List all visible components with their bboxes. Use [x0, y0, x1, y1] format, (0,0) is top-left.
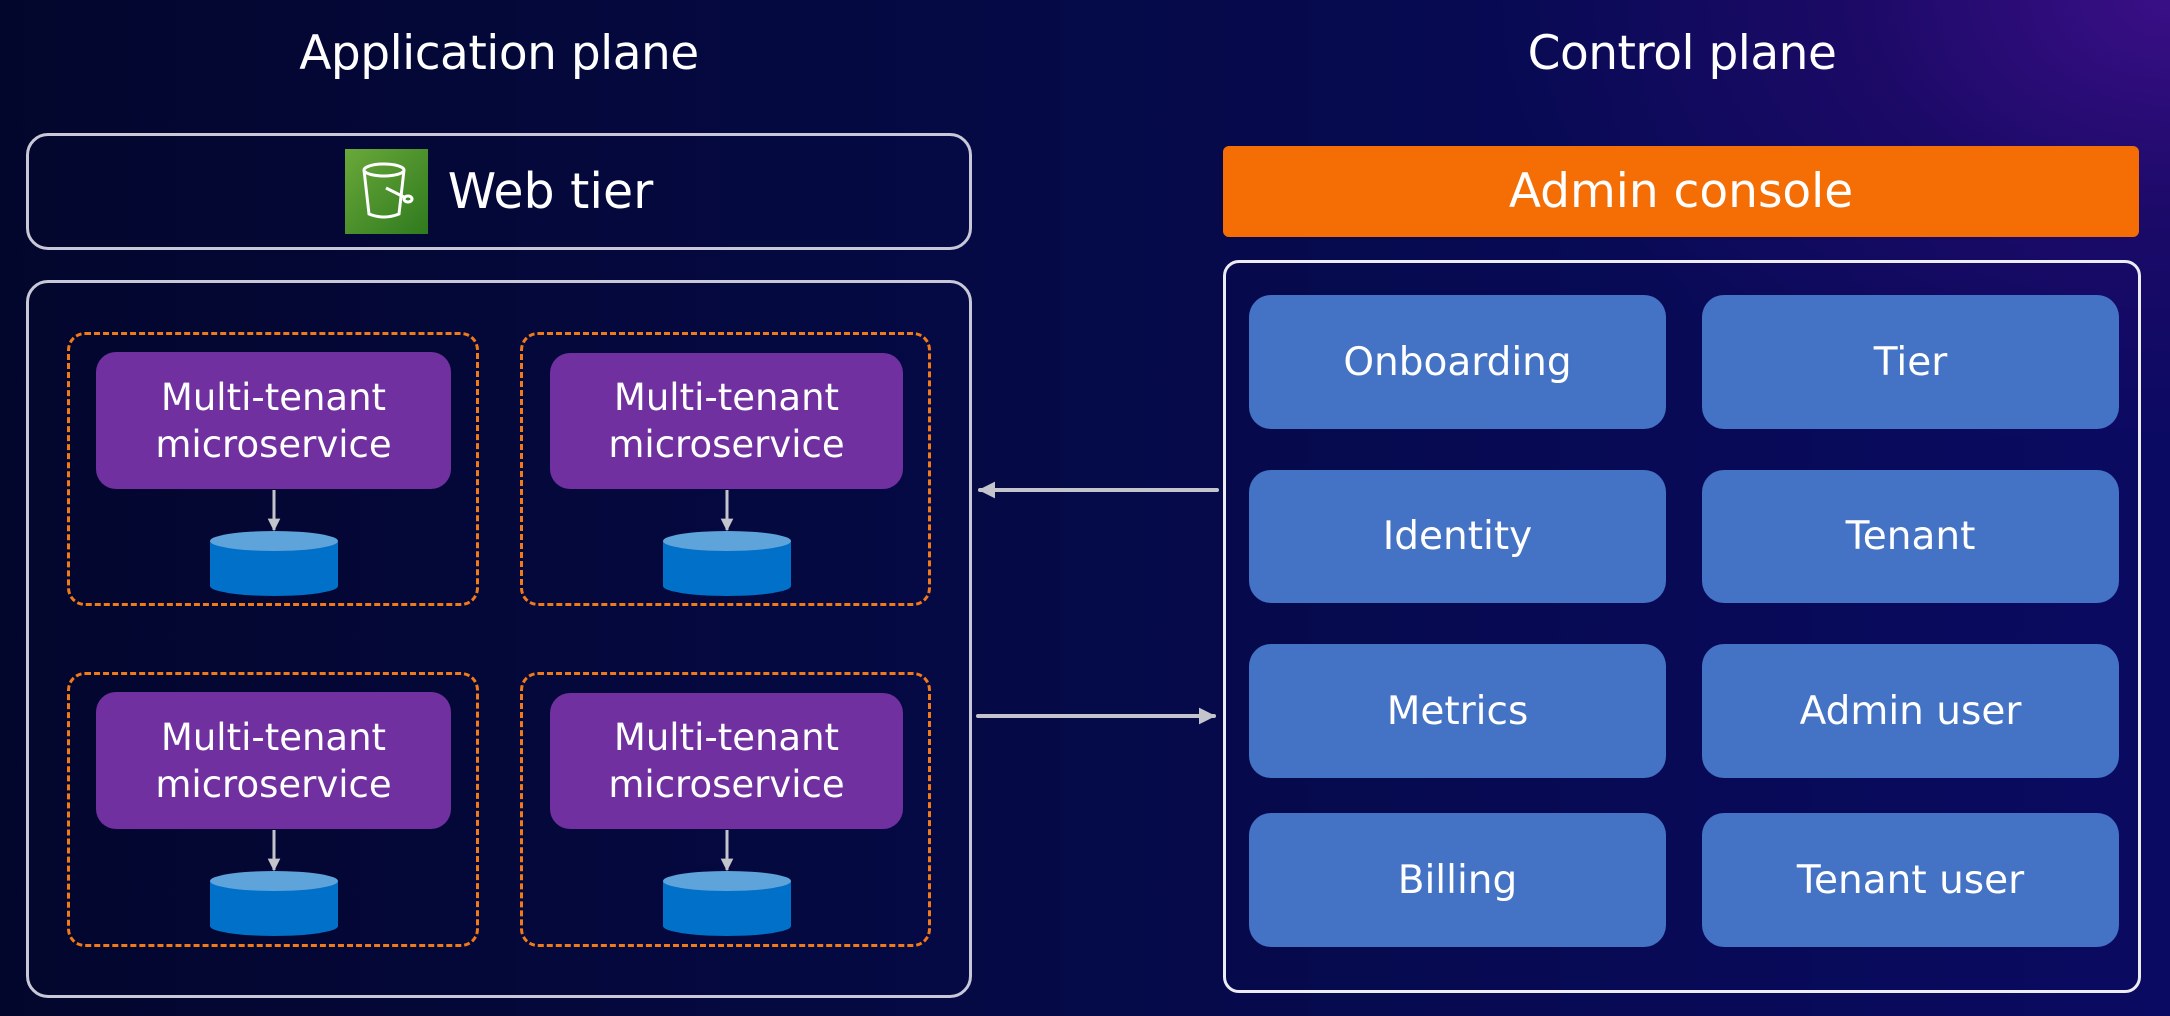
- service-label: Tenant user: [1796, 857, 2025, 903]
- service-label: Tenant: [1845, 514, 1976, 559]
- service-label: Metrics: [1386, 688, 1529, 734]
- service-label: Onboarding: [1343, 339, 1572, 385]
- database-icon: [210, 531, 338, 596]
- service-label: Billing: [1397, 857, 1518, 903]
- service-admin-user[interactable]: Admin user: [1702, 644, 2119, 778]
- admin-console-label: Admin console: [1508, 164, 1854, 219]
- database-icon: [663, 871, 791, 936]
- service-metrics[interactable]: Metrics: [1249, 644, 1666, 778]
- service-label: Admin user: [1799, 688, 2022, 734]
- database-icon: [210, 871, 338, 936]
- service-onboarding[interactable]: Onboarding: [1249, 295, 1666, 429]
- service-billing[interactable]: Billing: [1249, 813, 1666, 947]
- service-tenant-user[interactable]: Tenant user: [1702, 813, 2119, 947]
- service-label: Identity: [1382, 514, 1533, 559]
- service-tenant[interactable]: Tenant: [1702, 470, 2119, 603]
- service-identity[interactable]: Identity: [1249, 470, 1666, 603]
- service-label: Tier: [1873, 339, 1948, 385]
- service-tier[interactable]: Tier: [1702, 295, 2119, 429]
- admin-console-bar[interactable]: Admin console: [1223, 146, 2139, 237]
- database-icon: [663, 531, 791, 596]
